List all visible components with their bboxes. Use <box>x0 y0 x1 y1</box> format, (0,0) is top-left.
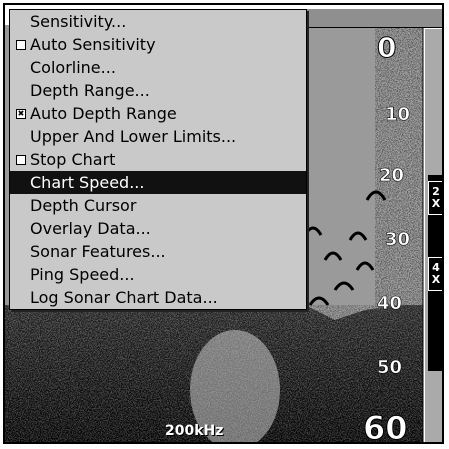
menu-item-colorline[interactable]: Colorline... <box>10 56 306 79</box>
menu-item-auto-sensitivity[interactable]: Auto Sensitivity <box>10 33 306 56</box>
status-bar <box>301 9 442 28</box>
frequency-label: 200kHz <box>165 423 224 439</box>
menu-item-label: Auto Depth Range <box>30 104 177 123</box>
menu-item-sensitivity[interactable]: Sensitivity... <box>10 10 306 33</box>
menu-item-label: Stop Chart <box>30 150 116 169</box>
checkbox-unchecked-icon[interactable] <box>16 40 26 50</box>
menu-item-ping-speed[interactable]: Ping Speed... <box>10 263 306 286</box>
menu-item-upper-lower-limits[interactable]: Upper And Lower Limits... <box>10 125 306 148</box>
depth-label: 60 <box>363 409 408 442</box>
menu-item-label: Upper And Lower Limits... <box>30 127 237 146</box>
menu-item-label: Depth Range... <box>30 81 150 100</box>
menu-item-label: Sonar Features... <box>30 242 166 261</box>
menu-item-depth-range[interactable]: Depth Range... <box>10 79 306 102</box>
depth-label: 20 <box>379 165 404 186</box>
zoom-2x-label[interactable]: 2X <box>428 181 442 215</box>
zoom-bar[interactable]: 2X 4X <box>428 175 442 371</box>
menu-item-label: Colorline... <box>30 58 116 77</box>
menu-item-depth-cursor[interactable]: Depth Cursor <box>10 194 306 217</box>
menu-item-log-sonar-chart-data[interactable]: Log Sonar Chart Data... <box>10 286 306 309</box>
menu-item-label: Log Sonar Chart Data... <box>30 288 218 307</box>
sonar-screen: 0 10 20 30 40 50 60 2X 4X 200kHz Sensiti… <box>3 3 444 444</box>
checkbox-unchecked-icon[interactable] <box>16 155 26 165</box>
checkbox-checked-icon[interactable]: ✖ <box>16 109 26 119</box>
menu-item-label: Auto Sensitivity <box>30 35 156 54</box>
menu-item-overlay-data[interactable]: Overlay Data... <box>10 217 306 240</box>
menu-item-label: Overlay Data... <box>30 219 151 238</box>
menu-item-label: Ping Speed... <box>30 265 135 284</box>
menu-item-label: Depth Cursor <box>30 196 137 215</box>
sonar-context-menu: Sensitivity... Auto Sensitivity Colorline.… <box>9 9 307 310</box>
depth-label: 40 <box>377 293 402 314</box>
depth-label: 10 <box>385 104 410 125</box>
depth-label: 50 <box>377 357 402 378</box>
depth-label: 30 <box>385 229 410 250</box>
menu-item-chart-speed[interactable]: Chart Speed... <box>10 171 306 194</box>
menu-item-label: Chart Speed... <box>30 173 145 192</box>
menu-item-stop-chart[interactable]: Stop Chart <box>10 148 306 171</box>
depth-label: 0 <box>377 31 396 64</box>
menu-item-sonar-features[interactable]: Sonar Features... <box>10 240 306 263</box>
menu-item-auto-depth-range[interactable]: ✖ Auto Depth Range <box>10 102 306 125</box>
menu-item-label: Sensitivity... <box>30 12 127 31</box>
zoom-4x-label[interactable]: 4X <box>428 257 442 291</box>
